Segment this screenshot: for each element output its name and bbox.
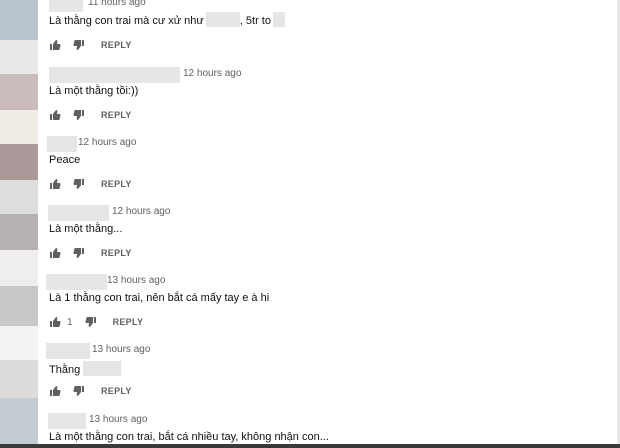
comment-actions: 1 REPLY	[49, 315, 143, 329]
avatar[interactable]	[0, 250, 38, 286]
thumbs-up-icon[interactable]	[49, 247, 61, 259]
comment-text: Là một thằng...	[49, 223, 123, 235]
username-redacted[interactable]	[46, 274, 107, 290]
timestamp[interactable]: 12 hours ago	[78, 137, 136, 148]
avatar[interactable]	[0, 180, 38, 214]
comment-actions: REPLY	[49, 38, 132, 52]
timestamp[interactable]: 11 hours ago	[88, 0, 146, 8]
like-count: 1	[67, 316, 73, 328]
reply-button[interactable]: REPLY	[101, 40, 132, 50]
username-redacted[interactable]	[48, 413, 86, 429]
redacted-text	[272, 12, 285, 27]
reply-button[interactable]: REPLY	[101, 179, 132, 189]
comment-text: Peace	[49, 154, 81, 166]
timestamp[interactable]: 13 hours ago	[89, 414, 147, 425]
reply-button[interactable]: REPLY	[101, 110, 132, 120]
thumbs-up-icon[interactable]	[49, 178, 61, 190]
reply-button[interactable]: REPLY	[113, 317, 144, 327]
timestamp[interactable]: 13 hours ago	[92, 344, 150, 355]
bottom-border	[0, 444, 620, 448]
comment: 12 hours ago Peace REPLY	[47, 136, 609, 189]
comment-text: Là 1 thằng con trai, nên bắt cá mấy tay …	[49, 292, 270, 304]
comment: 12 hours ago Là một thằng... REPLY	[48, 205, 609, 258]
username-redacted[interactable]	[48, 205, 109, 221]
thumbs-up-icon[interactable]	[49, 385, 61, 397]
avatar[interactable]	[0, 286, 38, 326]
redacted-text	[205, 12, 240, 27]
username-redacted[interactable]	[49, 67, 180, 83]
timestamp[interactable]: 12 hours ago	[183, 68, 241, 79]
username-redacted[interactable]	[49, 0, 83, 12]
thumbs-up-icon[interactable]	[49, 109, 61, 121]
avatar[interactable]	[0, 74, 38, 110]
comment-actions: REPLY	[49, 108, 132, 122]
avatar[interactable]	[0, 360, 38, 398]
comment-text: Là một thằng con trai, bắt cá nhiều tay,…	[49, 431, 329, 443]
username-redacted[interactable]	[47, 136, 77, 152]
timestamp[interactable]: 12 hours ago	[112, 206, 170, 217]
timestamp[interactable]: 13 hours ago	[107, 275, 165, 286]
thumbs-up-icon[interactable]	[49, 316, 61, 328]
reply-button[interactable]: REPLY	[101, 248, 132, 258]
avatar[interactable]	[0, 0, 38, 40]
thumbs-down-icon[interactable]	[73, 247, 85, 259]
avatar[interactable]	[0, 398, 38, 444]
avatar[interactable]	[0, 144, 38, 180]
username-redacted[interactable]	[46, 343, 90, 359]
comment-actions: REPLY	[49, 384, 132, 398]
avatar[interactable]	[0, 326, 38, 360]
thumbs-down-icon[interactable]	[73, 385, 85, 397]
avatar[interactable]	[0, 110, 38, 144]
avatar[interactable]	[0, 40, 38, 74]
comment: 13 hours ago Là 1 thằng con trai, nên bắ…	[46, 274, 609, 328]
comment-text: Thằng	[49, 361, 122, 376]
thumbs-up-icon[interactable]	[49, 39, 61, 51]
comment: 13 hours ago Thằng REPLY	[46, 343, 609, 396]
comment-text: Là một thằng tồi:))	[49, 85, 139, 97]
thumbs-down-icon[interactable]	[73, 39, 85, 51]
comment: 13 hours ago Là một thằng con trai, bắt …	[48, 413, 609, 443]
comment-text: Là thằng con trai mà cư xử như, 5tr to	[49, 12, 285, 27]
thumbs-down-icon[interactable]	[85, 316, 97, 328]
comment: 12 hours ago Là một thằng tồi:)) REPLY	[49, 67, 609, 120]
comment-actions: REPLY	[49, 246, 132, 260]
redacted-text	[83, 361, 122, 376]
thumbs-down-icon[interactable]	[73, 178, 85, 190]
thumbs-down-icon[interactable]	[73, 109, 85, 121]
avatar[interactable]	[0, 214, 38, 250]
comment: 11 hours ago Là thằng con trai mà cư xử …	[49, 0, 609, 50]
comment-actions: REPLY	[49, 177, 132, 191]
reply-button[interactable]: REPLY	[101, 386, 132, 396]
avatar-column	[0, 0, 38, 448]
